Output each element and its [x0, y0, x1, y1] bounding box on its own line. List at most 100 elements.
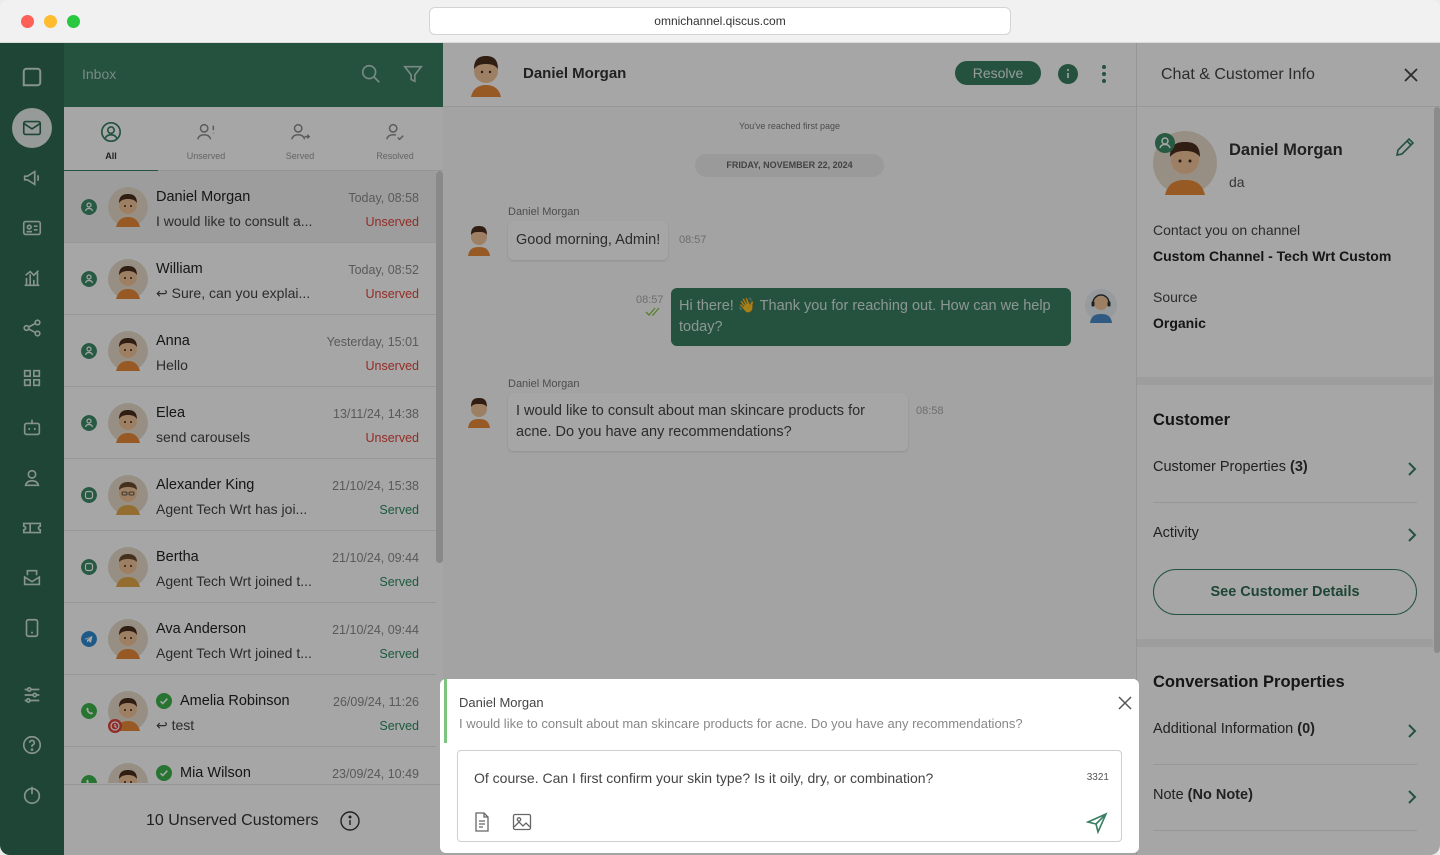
more-options-icon[interactable]: [1097, 63, 1111, 85]
reply-composer: Daniel Morgan I would like to consult ab…: [440, 679, 1139, 853]
customer-properties-row[interactable]: Customer Properties (3): [1153, 437, 1417, 503]
note-row[interactable]: Note (No Note): [1153, 765, 1417, 831]
tab-unserved[interactable]: Unserved: [159, 107, 253, 171]
see-customer-details-button[interactable]: See Customer Details: [1153, 569, 1417, 615]
settings-nav-icon[interactable]: [12, 675, 52, 715]
logout-nav-icon[interactable]: [12, 775, 52, 815]
send-icon[interactable]: [1086, 812, 1108, 834]
minimize-window-button[interactable]: [44, 15, 57, 28]
first-page-notice: You've reached first page: [739, 121, 840, 131]
image-attachment-icon[interactable]: [512, 812, 532, 832]
character-count: 3321: [1086, 772, 1109, 783]
conversation-row[interactable]: Elea 13/11/24, 14:38 send carousels Unse…: [64, 387, 436, 459]
integration-nav-icon[interactable]: [12, 308, 52, 348]
conversation-time: Today, 08:52: [348, 263, 419, 277]
custom-channel-icon: [81, 415, 97, 431]
avatar: [108, 187, 148, 227]
conversation-row[interactable]: Bertha 21/10/24, 09:44 Agent Tech Wrt jo…: [64, 531, 436, 603]
conversation-time: 21/10/24, 09:44: [332, 623, 419, 637]
info-scrollbar[interactable]: [1434, 107, 1440, 653]
qiscus-logo-icon[interactable]: [12, 57, 52, 97]
tab-served[interactable]: Served: [253, 107, 347, 171]
unserved-footer: 10 Unserved Customers: [64, 784, 443, 855]
close-window-button[interactable]: [21, 15, 34, 28]
status-badge: Served: [379, 503, 419, 517]
conversation-list-panel: Inbox All Unserved Served Resolved Danie…: [64, 43, 443, 855]
note-label: Note (No Note): [1153, 787, 1253, 803]
conversation-row[interactable]: Anna Yesterday, 15:01 Hello Unserved: [64, 315, 436, 387]
agents-nav-icon[interactable]: [12, 458, 52, 498]
archive-nav-icon[interactable]: [12, 558, 52, 598]
quoted-text: I would like to consult about man skinca…: [459, 716, 1023, 731]
activity-row[interactable]: Activity: [1153, 503, 1417, 569]
last-message: send carousels: [156, 429, 251, 445]
tab-resolved[interactable]: Resolved: [348, 107, 442, 171]
tab-all[interactable]: All: [64, 107, 158, 172]
message-input[interactable]: Of course. Can I first confirm your skin…: [457, 750, 1122, 842]
contact-name: Anna: [156, 333, 190, 349]
message-sender: Daniel Morgan: [508, 378, 580, 390]
resolve-button[interactable]: Resolve: [955, 61, 1041, 85]
edit-pencil-icon[interactable]: [1394, 136, 1416, 158]
broadcast-nav-icon[interactable]: [12, 158, 52, 198]
inbox-nav-icon[interactable]: [12, 108, 52, 148]
close-icon[interactable]: [1117, 695, 1133, 711]
avatar: [108, 619, 148, 659]
status-badge: Unserved: [365, 287, 420, 301]
conversation-row[interactable]: Amelia Robinson 26/09/24, 11:26 ↩ test S…: [64, 675, 436, 747]
last-message: I would like to consult a...: [156, 213, 313, 229]
last-message: Agent Tech Wrt joined t...: [156, 645, 312, 661]
tickets-nav-icon[interactable]: [12, 508, 52, 548]
unserved-count-text: 10 Unserved Customers: [146, 812, 319, 829]
custom-channel-icon: [81, 343, 97, 359]
contact-name: Ava Anderson: [156, 621, 247, 637]
chat-header: Daniel Morgan Resolve: [443, 43, 1136, 107]
filter-icon[interactable]: [402, 63, 424, 85]
analytics-nav-icon[interactable]: [12, 258, 52, 298]
search-icon[interactable]: [360, 63, 382, 85]
conversation-time: 13/11/24, 14:38: [333, 407, 419, 421]
apps-nav-icon[interactable]: [12, 358, 52, 398]
message-input-value[interactable]: Of course. Can I first confirm your skin…: [474, 770, 933, 786]
help-nav-icon[interactable]: [12, 725, 52, 765]
verified-check-icon: [156, 765, 172, 781]
custom-channel-icon: [81, 271, 97, 287]
info-panel-title: Chat & Customer Info: [1161, 66, 1315, 83]
contacts-nav-icon[interactable]: [12, 208, 52, 248]
conversation-row[interactable]: Ava Anderson 21/10/24, 09:44 Agent Tech …: [64, 603, 436, 675]
status-badge: Served: [379, 575, 419, 589]
close-icon[interactable]: [1403, 67, 1419, 83]
bot-nav-icon[interactable]: [12, 408, 52, 448]
address-bar[interactable]: omnichannel.qiscus.com: [429, 7, 1011, 35]
conversation-row[interactable]: Alexander King 21/10/24, 15:38 Agent Tec…: [64, 459, 436, 531]
last-message-text: test: [171, 717, 195, 733]
additional-information-label: Additional Information (0): [1153, 721, 1316, 737]
inbox-title: Inbox: [82, 66, 117, 82]
mobile-nav-icon[interactable]: [12, 608, 52, 648]
contact-name: Mia Wilson: [180, 765, 251, 781]
message-time: 08:57: [679, 234, 707, 246]
read-receipt-icon: [645, 307, 660, 316]
conversation-row[interactable]: Mia Wilson 23/09/24, 10:49: [64, 747, 436, 783]
chevron-right-icon: [1408, 528, 1417, 542]
customer-section-title: Customer: [1153, 411, 1231, 429]
conversation-row[interactable]: Daniel Morgan Today, 08:58 I would like …: [64, 171, 436, 243]
list-scrollbar[interactable]: [436, 171, 443, 563]
chevron-right-icon: [1408, 790, 1417, 804]
conversation-row[interactable]: William Today, 08:52 ↩ Sure, can you exp…: [64, 243, 436, 315]
agent-avatar: [1085, 289, 1117, 323]
avatar: [1153, 131, 1217, 195]
expired-clock-icon: [108, 719, 122, 733]
additional-information-row[interactable]: Additional Information (0): [1153, 699, 1417, 765]
tab-label: Served: [285, 151, 315, 161]
info-icon[interactable]: [1058, 64, 1078, 84]
avatar: [468, 398, 490, 428]
tab-label: All: [105, 151, 117, 161]
unserved-user-icon: [197, 123, 215, 140]
contact-name: Elea: [156, 405, 186, 421]
quoted-sender: Daniel Morgan: [459, 695, 544, 710]
info-icon[interactable]: [340, 811, 360, 831]
status-badge: Served: [379, 719, 419, 733]
document-attachment-icon[interactable]: [473, 812, 491, 832]
maximize-window-button[interactable]: [67, 15, 80, 28]
